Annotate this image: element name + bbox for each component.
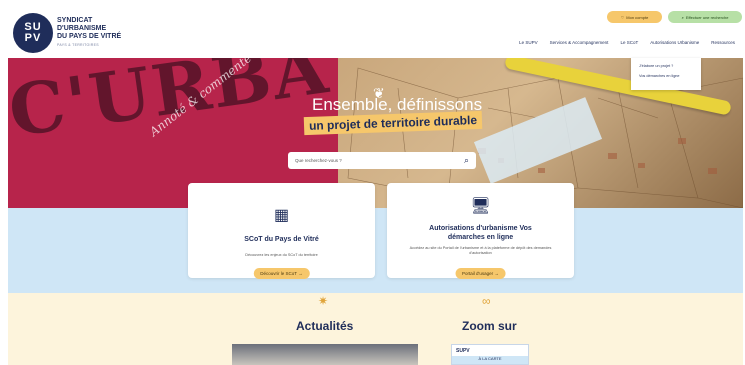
main-nav: Le SUPV Services & Accompagnement Le SCo… <box>519 40 735 45</box>
hero-background-text: C'URBA <box>8 58 335 153</box>
logo-tagline: PAYS & TERRITOIRES <box>57 43 99 47</box>
logo-line3: DU PAYS DE VITRÉ <box>57 33 122 40</box>
city-icon: ▦ <box>273 207 290 224</box>
zoom-badge: SUPV <box>456 348 470 354</box>
news-photo[interactable] <box>232 344 418 365</box>
card-scot-title: SCoT du Pays de Vitré <box>244 236 319 243</box>
zoom-caption: À LA CARTE <box>452 356 528 364</box>
logo-line2: D'URBANISME <box>57 25 107 32</box>
card-autorisations-desc: Accédez au site du Portail de l'urbanism… <box>409 246 552 255</box>
logo-text[interactable]: SYNDICAT D'URBANISME DU PAYS DE VITRÉ PA… <box>57 17 121 49</box>
card-autorisations-title: Autorisations d'urbanisme Vos démarches … <box>429 225 532 241</box>
dropdown-item-demarches[interactable]: Vos démarches en ligne <box>639 74 693 78</box>
zoom-title: Zoom sur <box>462 319 517 333</box>
site-header: SU PV SYNDICAT D'URBANISME DU PAYS DE VI… <box>0 0 745 58</box>
card-scot-button[interactable]: Découvrir le SCoT → <box>253 268 310 279</box>
binoculars-icon: ∞ <box>482 294 491 308</box>
account-label: Mon compte <box>626 14 649 20</box>
arrow-right-icon: → <box>494 271 499 276</box>
nav-item-autorisations[interactable]: Autorisations Urbanisme <box>650 40 699 45</box>
card-autorisations: 🖥 Autorisations d'urbanisme Vos démarche… <box>387 183 574 279</box>
logo-mark-bottom: PV <box>24 32 42 44</box>
card-scot: ▦ SCoT du Pays de Vitré Découvrez les en… <box>188 183 375 279</box>
dropdown-item-projet[interactable]: J'élabore un projet ? <box>639 64 693 68</box>
nav-dropdown: J'élabore un projet ? Vos démarches en l… <box>631 58 701 90</box>
account-button[interactable]: ♡ Mon compte <box>607 11 662 23</box>
logo-mark[interactable]: SU PV <box>13 13 53 53</box>
hero-search-input[interactable]: Que recherchez-vous ? ⌕ <box>288 152 476 169</box>
news-title: Actualités <box>296 319 354 333</box>
logo-line1: SYNDICAT <box>57 17 93 24</box>
search-label: Effectuer une recherche <box>685 14 729 20</box>
nav-item-supv[interactable]: Le SUPV <box>519 40 538 45</box>
search-placeholder: Que recherchez-vous ? <box>295 158 342 163</box>
card-scot-button-label: Découvrir le SCoT <box>260 271 297 276</box>
news-icon: ✷ <box>318 294 329 308</box>
nav-item-scot[interactable]: Le SCoT <box>620 40 638 45</box>
card-autorisations-button-label: Portail d'usager <box>462 271 494 276</box>
arrow-right-icon: → <box>298 271 303 276</box>
nav-item-ressources[interactable]: Ressources <box>711 40 735 45</box>
search-button[interactable]: ⌕ Effectuer une recherche <box>668 11 742 23</box>
card-scot-desc: Découvrez les enjeux du SCoT du territoi… <box>245 253 318 257</box>
search-icon: ⌕ <box>681 14 684 20</box>
magnifier-icon[interactable]: ⌕ <box>464 155 469 166</box>
card-autorisations-button[interactable]: Portail d'usager → <box>455 268 506 279</box>
user-icon: ♡ <box>620 14 625 20</box>
nav-item-services[interactable]: Services & Accompagnement <box>550 40 609 45</box>
computer-icon: 🖥 <box>470 198 491 215</box>
zoom-card[interactable]: SUPV À LA CARTE <box>451 344 529 365</box>
blue-band <box>8 208 743 293</box>
